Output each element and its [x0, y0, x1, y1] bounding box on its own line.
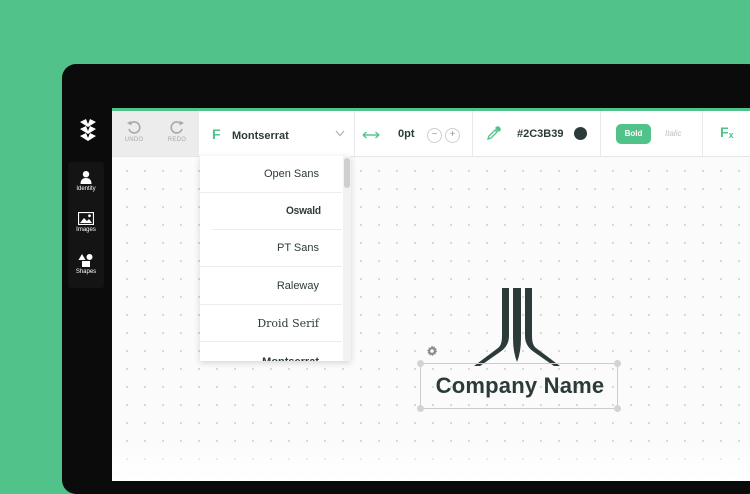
- company-logo-mark[interactable]: [474, 288, 560, 371]
- effects-label: F: [720, 124, 729, 140]
- font-family-select[interactable]: F Montserrat: [200, 111, 355, 156]
- spacing-decrease-button[interactable]: −: [427, 128, 442, 143]
- sidebar-item-label: Images: [76, 227, 96, 233]
- undo-icon: [127, 121, 141, 134]
- font-option[interactable]: Oswald: [211, 193, 342, 230]
- spacing-increase-button[interactable]: +: [445, 128, 460, 143]
- sidebar-item-images[interactable]: Images: [68, 212, 104, 233]
- italic-button[interactable]: Italic: [665, 129, 681, 138]
- bottom-fade: [112, 441, 750, 481]
- redo-button[interactable]: REDO: [157, 119, 197, 143]
- eyedropper-icon[interactable]: [486, 126, 501, 146]
- image-icon: [78, 212, 94, 225]
- toolbar-divider: [702, 111, 703, 156]
- bold-button[interactable]: Bold: [616, 124, 651, 144]
- effects-sub: x: [728, 130, 734, 140]
- font-option[interactable]: PT Sans: [200, 230, 342, 267]
- sidebar-item-shapes[interactable]: Shapes: [68, 253, 104, 275]
- font-option[interactable]: Open Sans: [200, 156, 342, 193]
- sidebar-item-label: Shapes: [75, 269, 97, 275]
- toolbar-divider: [600, 111, 601, 156]
- undo-label: UNDO: [124, 137, 144, 143]
- letter-spacing-icon: [362, 127, 380, 145]
- company-name-textbox[interactable]: Company Name: [417, 360, 621, 412]
- font-option[interactable]: Raleway: [200, 268, 342, 305]
- color-hex-input[interactable]: #2C3B39: [517, 128, 563, 140]
- undo-button[interactable]: UNDO: [114, 119, 154, 143]
- font-option[interactable]: Montserrat: [200, 344, 342, 361]
- redo-label: REDO: [167, 137, 187, 143]
- resize-handle[interactable]: [614, 405, 621, 412]
- toolbar-divider: [472, 111, 473, 156]
- sidebar-item-label: Identity: [76, 186, 96, 192]
- resize-handle[interactable]: [417, 405, 424, 412]
- resize-handle[interactable]: [417, 360, 424, 367]
- left-sidebar: Identity Images Shapes: [68, 162, 104, 288]
- color-swatch[interactable]: [574, 127, 587, 140]
- dropdown-scrollbar[interactable]: [343, 156, 351, 361]
- sidebar-item-identity[interactable]: Identity: [68, 170, 104, 192]
- text-toolbar: UNDO REDO F Montserrat 0pt − + #2C3B39 B…: [112, 111, 750, 157]
- resize-handle[interactable]: [614, 360, 621, 367]
- shapes-icon: [78, 254, 93, 267]
- gear-icon[interactable]: [426, 344, 438, 362]
- history-group: UNDO REDO: [112, 111, 199, 156]
- scrollbar-thumb[interactable]: [344, 158, 350, 188]
- person-icon: [80, 171, 92, 184]
- letter-spacing-value[interactable]: 0pt: [398, 128, 415, 140]
- redo-icon: [170, 121, 184, 134]
- font-dropdown-list: Open Sans Oswald PT Sans Raleway Droid S…: [200, 156, 351, 361]
- font-icon: F: [212, 126, 221, 142]
- company-name-text: Company Name: [435, 373, 605, 398]
- brand-logo: [78, 118, 98, 144]
- font-option[interactable]: Droid Serif: [200, 305, 342, 342]
- chevron-down-icon: [335, 130, 345, 137]
- effects-button[interactable]: Fx: [720, 124, 734, 140]
- font-select-value: Montserrat: [232, 130, 289, 142]
